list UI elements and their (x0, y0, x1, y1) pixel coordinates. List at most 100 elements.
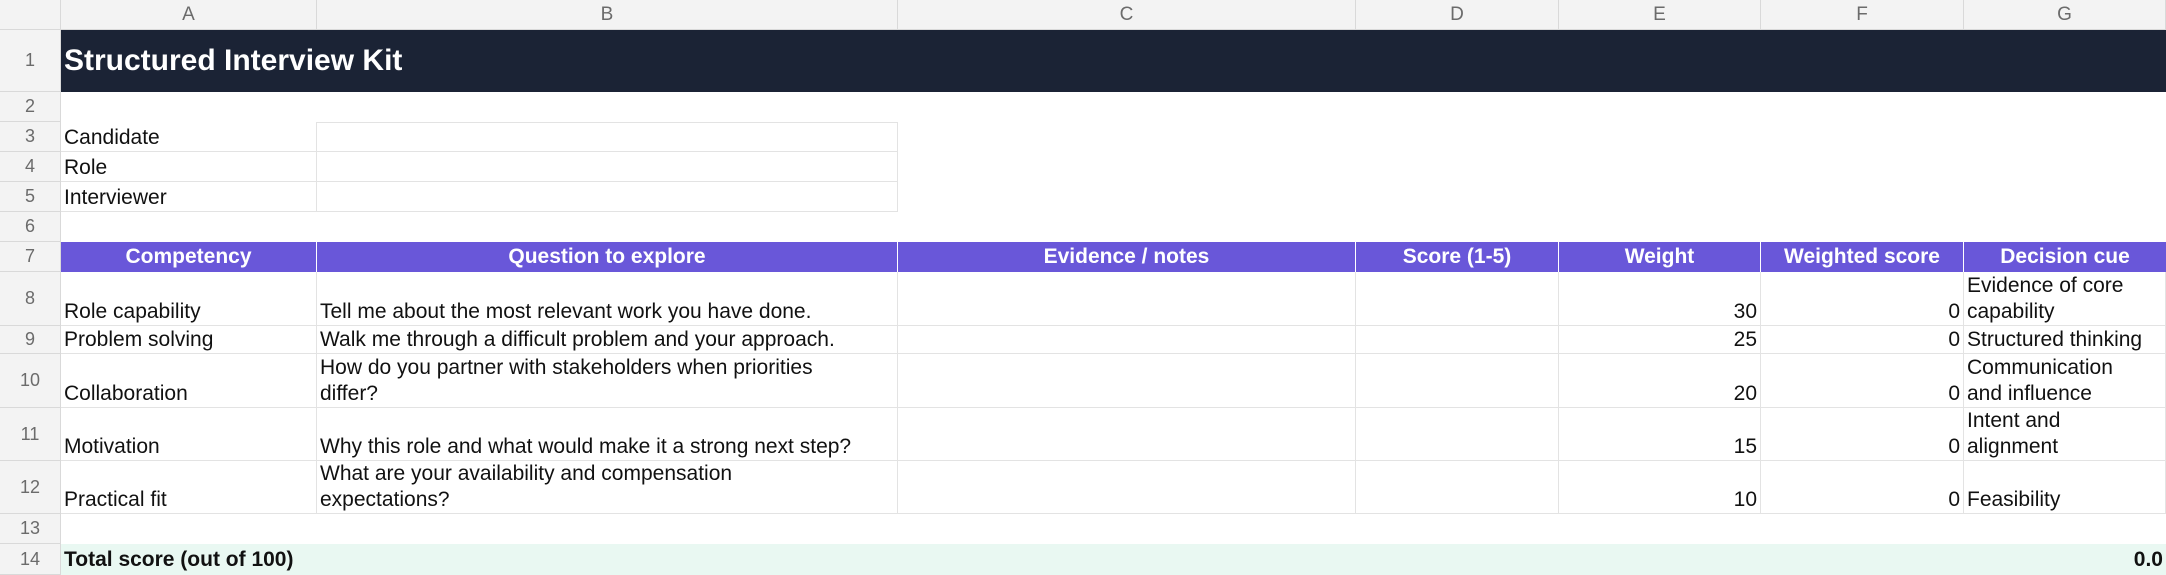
candidate-label[interactable]: Candidate (61, 122, 317, 152)
score-cell[interactable] (1356, 354, 1559, 408)
weight-cell[interactable]: 20 (1559, 354, 1761, 408)
column-header-b[interactable]: B (317, 0, 898, 30)
question-cell[interactable]: What are your availability and compensat… (317, 461, 898, 514)
question-cell[interactable]: How do you partner with stakeholders whe… (317, 354, 898, 408)
cue-line-1: Communication (1967, 356, 2113, 379)
cue-line-1: Intent and (1967, 409, 2061, 432)
evidence-cell[interactable] (898, 272, 1356, 326)
weighted-score-cell[interactable]: 0 (1761, 272, 1964, 326)
weight-cell[interactable]: 15 (1559, 408, 1761, 461)
row-header-12[interactable]: 12 (0, 461, 61, 514)
question-cell[interactable]: Why this role and what would make it a s… (317, 408, 898, 461)
score-cell[interactable] (1356, 408, 1559, 461)
total-score-label: Total score (out of 100) (64, 547, 294, 571)
competency-cell[interactable]: Collaboration (61, 354, 317, 408)
row-header-9[interactable]: 9 (0, 326, 61, 354)
row-header-6[interactable]: 6 (0, 212, 61, 242)
select-all-corner[interactable] (0, 0, 61, 30)
role-input-cell[interactable] (317, 152, 898, 182)
score-cell[interactable] (1356, 272, 1559, 326)
candidate-input-cell[interactable] (317, 122, 898, 152)
evidence-cell[interactable] (898, 354, 1356, 408)
weight-cell[interactable]: 10 (1559, 461, 1761, 514)
row-header-13[interactable]: 13 (0, 514, 61, 544)
column-header-e[interactable]: E (1559, 0, 1761, 30)
sheet-title[interactable]: Structured Interview Kit (61, 30, 2166, 92)
spreadsheet: A B C D E F G 1 2 3 4 5 6 7 8 9 10 11 12… (0, 0, 2166, 575)
decision-cue-cell[interactable]: Feasibility (1964, 461, 2166, 514)
competency-name: Collaboration (64, 382, 188, 405)
row-header-1[interactable]: 1 (0, 30, 61, 92)
question-line-2: expectations? (320, 488, 450, 511)
row-header-3[interactable]: 3 (0, 122, 61, 152)
row-header-14[interactable]: 14 (0, 544, 61, 575)
weight-value: 20 (1733, 382, 1757, 405)
evidence-cell[interactable] (898, 326, 1356, 354)
header-weighted-score[interactable]: Weighted score (1761, 242, 1964, 272)
decision-cue-cell[interactable]: Intent and alignment (1964, 408, 2166, 461)
competency-cell[interactable]: Problem solving (61, 326, 317, 354)
weighted-score-cell[interactable]: 0 (1761, 461, 1964, 514)
cue-line-2: capability (1967, 300, 2055, 323)
row-header-4[interactable]: 4 (0, 152, 61, 182)
interviewer-input-cell[interactable] (317, 182, 898, 212)
weighted-score-value: 0 (1948, 488, 1960, 511)
weighted-score-value: 0 (1948, 300, 1960, 323)
weight-value: 30 (1733, 300, 1757, 323)
interviewer-label[interactable]: Interviewer (61, 182, 317, 212)
total-score-row[interactable]: Total score (out of 100) 0.0 (61, 544, 2166, 575)
cue-line-2: and influence (1967, 382, 2092, 405)
role-label-text: Role (64, 156, 108, 179)
header-weight[interactable]: Weight (1559, 242, 1761, 272)
column-header-c[interactable]: C (898, 0, 1356, 30)
header-question[interactable]: Question to explore (317, 242, 898, 272)
row-header-10[interactable]: 10 (0, 354, 61, 408)
weight-value: 25 (1733, 328, 1757, 351)
decision-cue-cell[interactable]: Evidence of core capability (1964, 272, 2166, 326)
header-decision-cue[interactable]: Decision cue (1964, 242, 2166, 272)
row-header-5[interactable]: 5 (0, 182, 61, 212)
weight-cell[interactable]: 25 (1559, 326, 1761, 354)
weighted-score-value: 0 (1948, 382, 1960, 405)
header-competency[interactable]: Competency (61, 242, 317, 272)
header-evidence[interactable]: Evidence / notes (898, 242, 1356, 272)
candidate-label-text: Candidate (64, 126, 160, 149)
row-header-7[interactable]: 7 (0, 242, 61, 272)
cue-line-2: Feasibility (1967, 488, 2061, 511)
column-header-d[interactable]: D (1356, 0, 1559, 30)
question-line-2: Why this role and what would make it a s… (320, 435, 852, 458)
score-cell[interactable] (1356, 461, 1559, 514)
competency-cell[interactable]: Motivation (61, 408, 317, 461)
weighted-score-cell[interactable]: 0 (1761, 408, 1964, 461)
total-score-value: 0.0 (2133, 547, 2163, 571)
row-header-2[interactable]: 2 (0, 92, 61, 122)
cue-line-2: alignment (1967, 435, 2059, 458)
competency-name: Practical fit (64, 488, 167, 511)
question-line-1: How do you partner with stakeholders whe… (320, 356, 813, 379)
decision-cue-cell[interactable]: Structured thinking (1964, 326, 2166, 354)
question-cell[interactable]: Walk me through a difficult problem and … (317, 326, 898, 354)
row-header-11[interactable]: 11 (0, 408, 61, 461)
column-header-f[interactable]: F (1761, 0, 1964, 30)
competency-name: Role capability (64, 300, 201, 323)
column-header-a[interactable]: A (61, 0, 317, 30)
question-cell[interactable]: Tell me about the most relevant work you… (317, 272, 898, 326)
score-cell[interactable] (1356, 326, 1559, 354)
weighted-score-cell[interactable]: 0 (1761, 354, 1964, 408)
evidence-cell[interactable] (898, 461, 1356, 514)
competency-name: Motivation (64, 435, 160, 458)
decision-cue-cell[interactable]: Communication and influence (1964, 354, 2166, 408)
competency-cell[interactable]: Role capability (61, 272, 317, 326)
evidence-cell[interactable] (898, 408, 1356, 461)
column-header-g[interactable]: G (1964, 0, 2166, 30)
question-line-1: Tell me about the most relevant work you… (320, 300, 812, 323)
cue-line-1: Structured thinking (1967, 328, 2143, 351)
row-header-8[interactable]: 8 (0, 272, 61, 326)
weight-cell[interactable]: 30 (1559, 272, 1761, 326)
header-score[interactable]: Score (1-5) (1356, 242, 1559, 272)
competency-cell[interactable]: Practical fit (61, 461, 317, 514)
role-label[interactable]: Role (61, 152, 317, 182)
weighted-score-value: 0 (1948, 328, 1960, 351)
weighted-score-cell[interactable]: 0 (1761, 326, 1964, 354)
question-line-1: Walk me through a difficult problem and … (320, 328, 835, 351)
